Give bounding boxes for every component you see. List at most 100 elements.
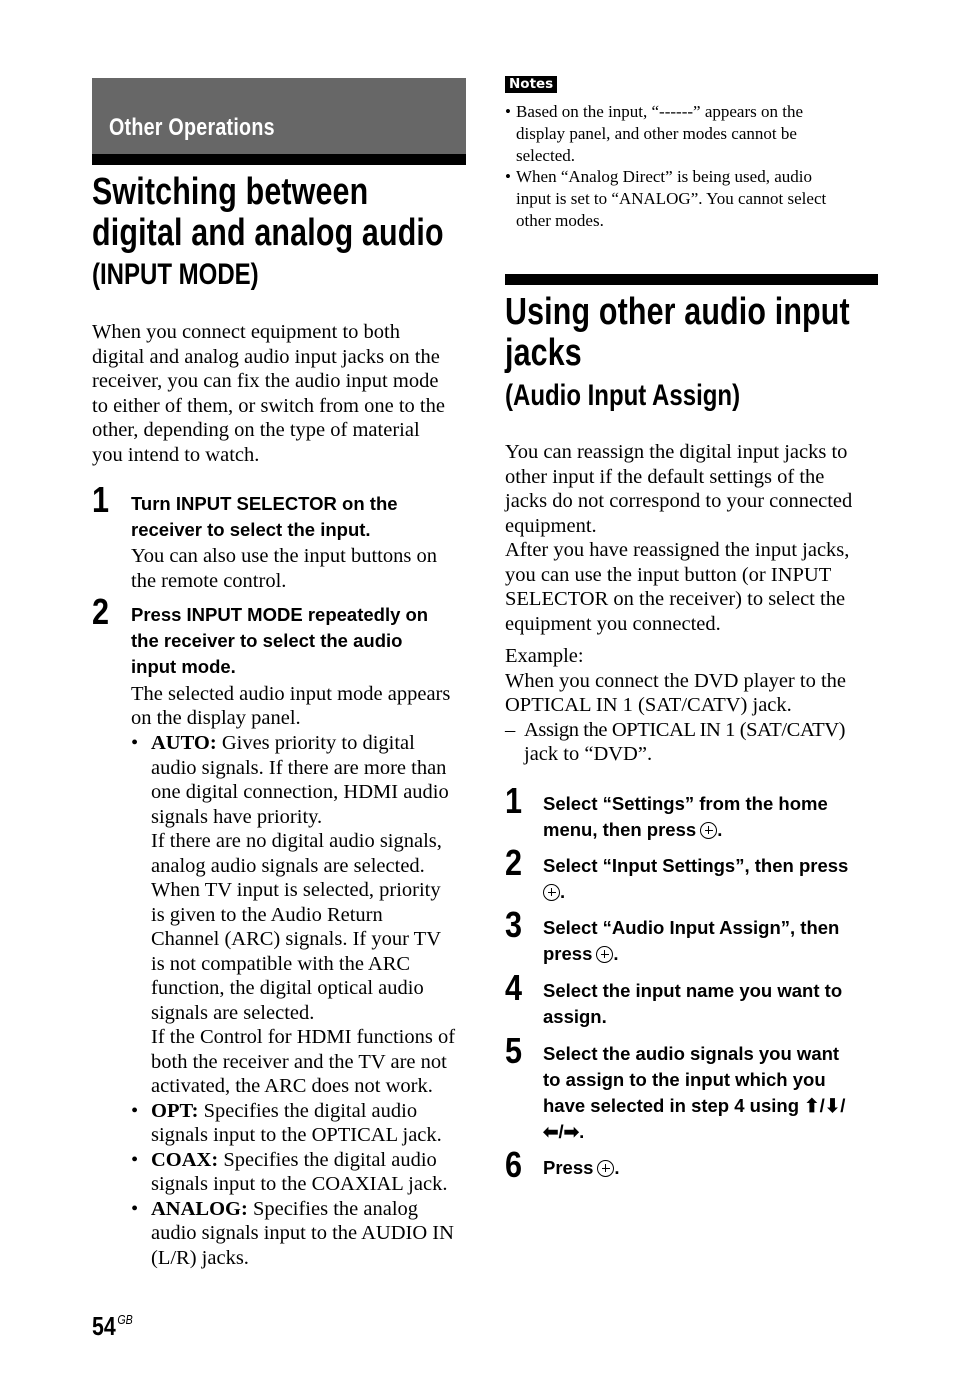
text-line: You can reassign the digital input jacks… [505, 441, 848, 463]
step-number: 1 [92, 479, 110, 520]
step-title-line: Select “Settings” from the home [543, 793, 828, 814]
mode-text: activated, the ARC does not work. [151, 1075, 433, 1097]
step-title-line: input mode. [131, 656, 236, 677]
bullet: • [131, 1099, 139, 1122]
section-rule-2 [505, 274, 878, 285]
period: . [613, 943, 619, 964]
text-line: When you connect equipment to both [92, 321, 400, 343]
step-title-line: menu, then press. [543, 817, 722, 843]
page-number: 54 GB [92, 1311, 133, 1342]
mode-text: function, the digital optical audio [151, 977, 424, 999]
step-number: 2 [92, 591, 110, 632]
note-item: • Based on the input, “------” appears o… [505, 101, 826, 166]
right-intro: You can reassign the digital input jacks… [505, 440, 852, 636]
mode-text: signals are selected. [151, 1001, 315, 1024]
step-title-line: the receiver to select the audio [131, 630, 403, 651]
bullet: • [505, 167, 511, 187]
bullet: • [131, 1148, 139, 1171]
page-number-value: 54 [92, 1311, 116, 1341]
mode-text: both the receiver and the TV are not [151, 1050, 447, 1073]
step-title-line: Select “Input Settings”, then press [543, 855, 849, 876]
mode-item-auto: • AUTO: Gives priority to digital audio … [131, 731, 455, 1099]
step-title-line: Press. [543, 1155, 620, 1181]
period: . [560, 881, 566, 902]
mode-term: AUTO: [151, 732, 217, 754]
left-title-line-1: Switching between [92, 171, 369, 213]
mode-item-coax: • COAX: Specifies the digital audio sign… [131, 1148, 455, 1197]
step-number: 1 [505, 780, 523, 821]
example-label: Example: [505, 645, 584, 667]
dash: – [505, 718, 516, 741]
text-line: SELECTOR on the receiver) to select the [505, 588, 846, 610]
mode-item-analog: • ANALOG: Specifies the analog audio sig… [131, 1197, 455, 1271]
step-number: 5 [505, 1030, 523, 1071]
mode-text: signals have priority. [151, 805, 323, 828]
right-subtitle: (Audio Input Assign) [505, 379, 741, 412]
step-title-line: press. [543, 941, 619, 967]
example-assign: – Assign the OPTICAL IN 1 (SAT/CATV) jac… [505, 718, 846, 767]
mode-text: signals input to the OPTICAL jack. [151, 1124, 442, 1146]
right-title-line-1: Using other audio input [505, 291, 850, 333]
step-title-line: . [543, 879, 565, 905]
period: . [717, 819, 723, 840]
right-title-line-2: jacks [505, 332, 582, 374]
mode-text: If the Control for HDMI functions of [151, 1026, 456, 1048]
step-desc-line: the remote control. [131, 570, 287, 592]
input-mode-list: • AUTO: Gives priority to digital audio … [131, 731, 455, 1270]
note-text: When “Analog Direct” is being used, audi… [516, 167, 812, 187]
step-title-line: Turn INPUT SELECTOR on the [131, 493, 398, 514]
text-line: receiver, you can fix the audio input mo… [92, 370, 439, 392]
example-block: Example: When you connect the DVD player… [505, 644, 846, 767]
step-text: Press [543, 1157, 594, 1178]
mode-text: Specifies the digital audio [198, 1099, 418, 1122]
text-line: you intend to watch. [92, 443, 260, 466]
region-code: GB [117, 1312, 133, 1327]
step-number: 4 [505, 967, 523, 1008]
period: . [614, 1157, 620, 1178]
text-line: OPTICAL IN 1 (SAT/CATV) jack. [505, 694, 792, 716]
mode-text: Specifies the digital audio [218, 1148, 437, 1171]
step-title-line: Select the input name you want to [543, 980, 843, 1001]
note-item: • When “Analog Direct” is being used, au… [505, 166, 826, 231]
mode-text: audio signals input to the AUDIO IN [151, 1222, 454, 1244]
step-number: 2 [505, 842, 523, 883]
text-line: digital and analog audio input jacks on … [92, 345, 440, 368]
mode-text: Specifies the analog [247, 1197, 419, 1220]
step-title-line: have selected in step 4 using ⬆/⬇/ [543, 1095, 846, 1116]
mode-text: audio signals. If there are more than [151, 756, 447, 779]
step-title-line: to assign to the input which you [543, 1069, 826, 1090]
step-desc-line: You can also use the input buttons on [131, 545, 437, 567]
text-line: other input if the default settings of t… [505, 465, 825, 488]
mode-text: (L/R) jacks. [151, 1246, 249, 1269]
note-text: selected. [516, 145, 575, 165]
mode-text: If there are no digital audio signals, [151, 830, 442, 852]
step-title-line: Select the audio signals you want [543, 1043, 840, 1064]
step-text: menu, then press [543, 819, 697, 840]
step-title-line: receiver to select the input. [131, 519, 371, 540]
mode-text: analog audio signals are selected. [151, 854, 425, 877]
enter-button-icon [596, 946, 614, 963]
step-desc-line: on the display panel. [131, 707, 301, 729]
mode-text: When TV input is selected, priority [151, 879, 441, 901]
enter-button-icon [543, 884, 560, 901]
section-label: Other Operations [109, 114, 275, 141]
bullet: • [131, 1197, 139, 1220]
note-text: Based on the input, “------” appears on … [516, 102, 803, 121]
mode-text: signals input to the COAXIAL jack. [151, 1173, 448, 1195]
left-subtitle: (INPUT MODE) [92, 258, 259, 291]
enter-button-icon [700, 822, 718, 839]
note-text: display panel, and other modes cannot be [516, 123, 797, 143]
step-title-line: ⬅/➡. [543, 1121, 585, 1142]
mode-term: ANALOG: [151, 1197, 248, 1220]
step-desc-line: The selected audio input mode appears [131, 683, 451, 705]
step-number: 6 [505, 1144, 523, 1185]
text-line: equipment you connected. [505, 612, 721, 635]
step-title-line: Press INPUT MODE repeatedly on [131, 604, 429, 625]
step-title-line: assign. [543, 1006, 607, 1027]
notes-list: • Based on the input, “------” appears o… [505, 101, 826, 232]
bullet: • [505, 102, 511, 121]
left-title-line-2: digital and analog audio [92, 212, 444, 254]
step-title-line: Select “Audio Input Assign”, then [543, 917, 840, 938]
bullet: • [131, 732, 139, 754]
step-text: press [543, 943, 593, 964]
